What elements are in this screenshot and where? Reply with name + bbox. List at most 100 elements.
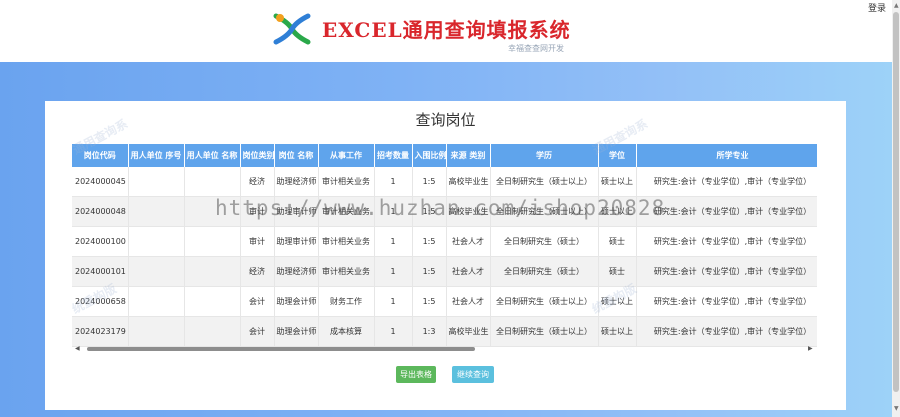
cell: 1:5 bbox=[412, 286, 447, 317]
cell: 1 bbox=[374, 316, 413, 347]
table-row[interactable]: 2024000100 审计 助理审计师 审计相关业务 1 1:5 社会人才 全日… bbox=[72, 226, 817, 257]
cell: 高校毕业生 bbox=[446, 316, 491, 347]
hscroll-thumb[interactable] bbox=[87, 347, 475, 351]
cell: 1 bbox=[374, 226, 413, 257]
cell: 研究生:会计（专业学位）,审计（专业学位） bbox=[636, 256, 817, 287]
cell: 1 bbox=[374, 167, 413, 197]
cell: 审计相关业务 bbox=[318, 167, 375, 197]
col-header: 所学专业 bbox=[636, 144, 817, 167]
cell: 会计 bbox=[240, 316, 275, 347]
table-horizontal-scrollbar[interactable]: ◀ ▶ bbox=[75, 345, 815, 353]
cell: 助理会计师 bbox=[274, 286, 319, 317]
col-header: 招考数量 bbox=[374, 144, 413, 167]
cell bbox=[184, 167, 241, 197]
cell: 1:5 bbox=[412, 226, 447, 257]
cell: 2024023179 bbox=[72, 316, 129, 347]
col-header: 岗位类别 bbox=[240, 144, 275, 167]
scroll-right-icon[interactable]: ▶ bbox=[808, 345, 813, 352]
table-header-row: 岗位代码 用人单位 序号 用人单位 名称 岗位类别 岗位 名称 从事工作 招考数… bbox=[72, 144, 817, 167]
cell bbox=[184, 256, 241, 287]
cell: 全日制研究生（硕士以上） bbox=[490, 286, 599, 317]
cell bbox=[128, 256, 185, 287]
cell: 2024000658 bbox=[72, 286, 129, 317]
cell: 研究生:会计（专业学位）,审计（专业学位） bbox=[636, 286, 817, 317]
cell: 1:5 bbox=[412, 256, 447, 287]
page-scroll-thumb[interactable] bbox=[893, 12, 899, 392]
cell bbox=[128, 196, 185, 227]
cell: 全日制研究生（硕士以上） bbox=[490, 196, 599, 227]
cell: 1:3 bbox=[412, 316, 447, 347]
logo-icon bbox=[273, 13, 311, 45]
col-header: 从事工作 bbox=[318, 144, 375, 167]
cell: 会计 bbox=[240, 286, 275, 317]
cell bbox=[128, 167, 185, 197]
cell: 全日制研究生（硕士以上） bbox=[490, 167, 599, 197]
cell: 助理审计师 bbox=[274, 226, 319, 257]
cell bbox=[128, 226, 185, 257]
cell: 助理经济师 bbox=[274, 167, 319, 197]
col-header: 入围比例 bbox=[412, 144, 447, 167]
col-header: 岗位 名称 bbox=[274, 144, 319, 167]
col-header: 来源 类别 bbox=[446, 144, 491, 167]
cell: 研究生:会计（专业学位）,审计（专业学位） bbox=[636, 226, 817, 257]
cell: 助理会计师 bbox=[274, 316, 319, 347]
cell: 研究生:会计（专业学位）,审计（专业学位） bbox=[636, 316, 817, 347]
continue-query-button[interactable]: 继续查询 bbox=[452, 366, 494, 383]
cell: 硕士以上 bbox=[598, 196, 637, 227]
app-title: EXCEL通用查询填报系统 bbox=[322, 18, 571, 42]
cell bbox=[128, 286, 185, 317]
table-row[interactable]: 2024000101 经济 助理经济师 审计相关业务 1 1:5 社会人才 全日… bbox=[72, 256, 817, 287]
cell: 硕士 bbox=[598, 226, 637, 257]
cell: 1:5 bbox=[412, 167, 447, 197]
cell: 1 bbox=[374, 196, 413, 227]
cell: 硕士以上 bbox=[598, 316, 637, 347]
cell: 审计相关业务 bbox=[318, 196, 375, 227]
export-table-button[interactable]: 导出表格 bbox=[396, 366, 436, 383]
cell: 研究生:会计（专业学位）,审计（专业学位） bbox=[636, 167, 817, 197]
login-link[interactable]: 登录 bbox=[868, 1, 886, 14]
cell: 2024000101 bbox=[72, 256, 129, 287]
cell bbox=[184, 196, 241, 227]
cell: 审计相关业务 bbox=[318, 226, 375, 257]
page-scrollbar[interactable]: ▲ ▼ bbox=[892, 0, 900, 417]
cell: 硕士以上 bbox=[598, 167, 637, 197]
app-subtitle: 幸福查查网开发 bbox=[508, 44, 564, 53]
cell: 助理经济师 bbox=[274, 256, 319, 287]
app-header: EXCEL通用查询填报系统 幸福查查网开发 登录 bbox=[0, 0, 892, 62]
cell: 全日制研究生（硕士以上） bbox=[490, 316, 599, 347]
cell: 审计 bbox=[240, 226, 275, 257]
cell: 全日制研究生（硕士） bbox=[490, 226, 599, 257]
cell: 1:5 bbox=[412, 196, 447, 227]
cell: 助理审计师 bbox=[274, 196, 319, 227]
table-row[interactable]: 2024000045 经济 助理经济师 审计相关业务 1 1:5 高校毕业生 全… bbox=[72, 167, 817, 197]
col-header: 学位 bbox=[598, 144, 637, 167]
cell: 高校毕业生 bbox=[446, 167, 491, 197]
cell: 高校毕业生 bbox=[446, 196, 491, 227]
cell: 2024000045 bbox=[72, 167, 129, 197]
cell bbox=[184, 316, 241, 347]
cell: 2024000100 bbox=[72, 226, 129, 257]
table-row[interactable]: 2024000658 会计 助理会计师 财务工作 1 1:5 社会人才 全日制研… bbox=[72, 286, 817, 317]
col-header: 学历 bbox=[490, 144, 599, 167]
cell bbox=[184, 286, 241, 317]
cell: 1 bbox=[374, 286, 413, 317]
cell bbox=[184, 226, 241, 257]
scroll-down-icon[interactable]: ▼ bbox=[894, 405, 899, 412]
col-header: 用人单位 名称 bbox=[184, 144, 241, 167]
cell: 社会人才 bbox=[446, 286, 491, 317]
cell: 全日制研究生（硕士） bbox=[490, 256, 599, 287]
cell: 审计 bbox=[240, 196, 275, 227]
query-panel: 查询岗位 岗位代码 用人单位 序号 用人单位 名称 岗位类别 岗位 名称 从事工… bbox=[45, 101, 846, 410]
table-row[interactable]: 2024000048 审计 助理审计师 审计相关业务 1 1:5 高校毕业生 全… bbox=[72, 196, 817, 227]
scroll-up-icon[interactable]: ▲ bbox=[894, 2, 899, 9]
cell: 硕士以上 bbox=[598, 286, 637, 317]
panel-title: 查询岗位 bbox=[415, 111, 476, 129]
cell: 经济 bbox=[240, 256, 275, 287]
table-row[interactable]: 2024023179 会计 助理会计师 成本核算 1 1:3 高校毕业生 全日制… bbox=[72, 316, 817, 347]
scroll-left-icon[interactable]: ◀ bbox=[75, 345, 80, 352]
cell: 成本核算 bbox=[318, 316, 375, 347]
col-header: 用人单位 序号 bbox=[128, 144, 185, 167]
col-header: 岗位代码 bbox=[72, 144, 129, 167]
results-table-container[interactable]: 岗位代码 用人单位 序号 用人单位 名称 岗位类别 岗位 名称 从事工作 招考数… bbox=[72, 144, 817, 352]
cell: 经济 bbox=[240, 167, 275, 197]
